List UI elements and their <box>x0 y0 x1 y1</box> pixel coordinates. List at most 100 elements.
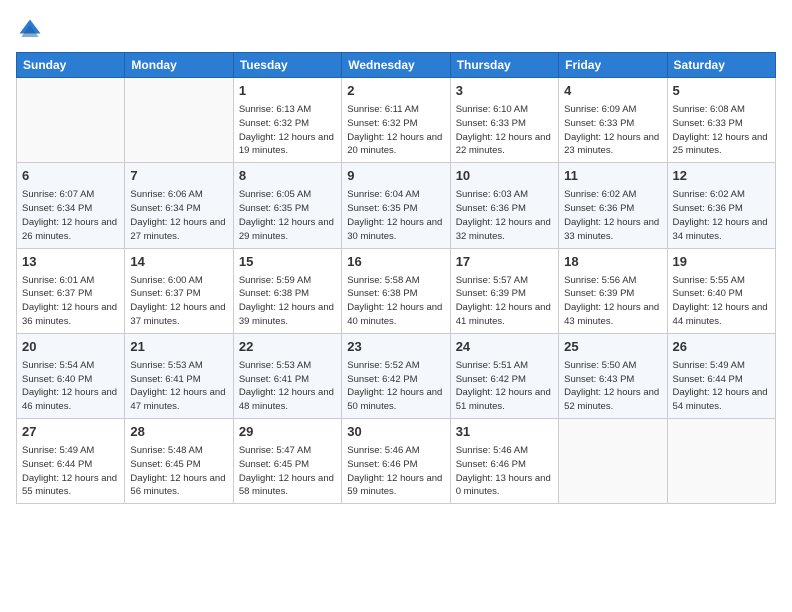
day-number: 27 <box>22 423 119 441</box>
day-number: 15 <box>239 253 336 271</box>
calendar-cell: 13 Sunrise: 6:01 AM Sunset: 6:37 PM Dayli… <box>17 248 125 333</box>
day-number: 31 <box>456 423 553 441</box>
calendar-cell: 22 Sunrise: 5:53 AM Sunset: 6:41 PM Dayli… <box>233 333 341 418</box>
day-number: 13 <box>22 253 119 271</box>
calendar-cell: 9Sunrise: 6:04 AM Sunset: 6:35 PM Daylig… <box>342 163 450 248</box>
day-number: 14 <box>130 253 227 271</box>
day-detail: Sunrise: 6:08 AM Sunset: 6:33 PM Dayligh… <box>673 103 770 158</box>
day-detail: Sunrise: 6:01 AM Sunset: 6:37 PM Dayligh… <box>22 274 119 329</box>
day-detail: Sunrise: 5:57 AM Sunset: 6:39 PM Dayligh… <box>456 274 553 329</box>
calendar-cell: 5Sunrise: 6:08 AM Sunset: 6:33 PM Daylig… <box>667 78 775 163</box>
calendar-cell: 4 Sunrise: 6:09 AM Sunset: 6:33 PM Daylig… <box>559 78 667 163</box>
day-detail: Sunrise: 6:02 AM Sunset: 6:36 PM Dayligh… <box>564 188 661 243</box>
column-header-thursday: Thursday <box>450 53 558 78</box>
day-detail: Sunrise: 5:54 AM Sunset: 6:40 PM Dayligh… <box>22 359 119 414</box>
page-header <box>16 16 776 44</box>
day-number: 28 <box>130 423 227 441</box>
day-detail: Sunrise: 6:10 AM Sunset: 6:33 PM Dayligh… <box>456 103 553 158</box>
day-number: 2 <box>347 82 444 100</box>
calendar-cell: 29 Sunrise: 5:47 AM Sunset: 6:45 PM Dayli… <box>233 419 341 504</box>
calendar-cell: 18 Sunrise: 5:56 AM Sunset: 6:39 PM Dayli… <box>559 248 667 333</box>
calendar-cell: 7 Sunrise: 6:06 AM Sunset: 6:34 PM Daylig… <box>125 163 233 248</box>
calendar-cell: 1 Sunrise: 6:13 AM Sunset: 6:32 PM Daylig… <box>233 78 341 163</box>
day-number: 8 <box>239 167 336 185</box>
calendar-cell <box>559 419 667 504</box>
logo-icon <box>16 16 44 44</box>
calendar-cell: 27 Sunrise: 5:49 AM Sunset: 6:44 PM Dayli… <box>17 419 125 504</box>
day-detail: Sunrise: 6:04 AM Sunset: 6:35 PM Dayligh… <box>347 188 444 243</box>
day-detail: Sunrise: 5:47 AM Sunset: 6:45 PM Dayligh… <box>239 444 336 499</box>
day-number: 3 <box>456 82 553 100</box>
calendar-week-1: 1 Sunrise: 6:13 AM Sunset: 6:32 PM Daylig… <box>17 78 776 163</box>
day-detail: Sunrise: 6:03 AM Sunset: 6:36 PM Dayligh… <box>456 188 553 243</box>
day-number: 20 <box>22 338 119 356</box>
column-header-friday: Friday <box>559 53 667 78</box>
calendar-cell: 23Sunrise: 5:52 AM Sunset: 6:42 PM Dayli… <box>342 333 450 418</box>
day-detail: Sunrise: 5:59 AM Sunset: 6:38 PM Dayligh… <box>239 274 336 329</box>
calendar-cell: 25Sunrise: 5:50 AM Sunset: 6:43 PM Dayli… <box>559 333 667 418</box>
day-number: 7 <box>130 167 227 185</box>
day-number: 30 <box>347 423 444 441</box>
day-detail: Sunrise: 5:49 AM Sunset: 6:44 PM Dayligh… <box>673 359 770 414</box>
day-number: 4 <box>564 82 661 100</box>
calendar-cell: 24 Sunrise: 5:51 AM Sunset: 6:42 PM Dayli… <box>450 333 558 418</box>
day-number: 29 <box>239 423 336 441</box>
day-detail: Sunrise: 6:05 AM Sunset: 6:35 PM Dayligh… <box>239 188 336 243</box>
calendar-cell: 2Sunrise: 6:11 AM Sunset: 6:32 PM Daylig… <box>342 78 450 163</box>
calendar-cell: 30 Sunrise: 5:46 AM Sunset: 6:46 PM Dayli… <box>342 419 450 504</box>
calendar-week-5: 27 Sunrise: 5:49 AM Sunset: 6:44 PM Dayli… <box>17 419 776 504</box>
calendar-cell: 20 Sunrise: 5:54 AM Sunset: 6:40 PM Dayli… <box>17 333 125 418</box>
column-header-wednesday: Wednesday <box>342 53 450 78</box>
day-detail: Sunrise: 5:55 AM Sunset: 6:40 PM Dayligh… <box>673 274 770 329</box>
day-detail: Sunrise: 5:51 AM Sunset: 6:42 PM Dayligh… <box>456 359 553 414</box>
day-detail: Sunrise: 6:13 AM Sunset: 6:32 PM Dayligh… <box>239 103 336 158</box>
calendar-week-4: 20 Sunrise: 5:54 AM Sunset: 6:40 PM Dayli… <box>17 333 776 418</box>
day-detail: Sunrise: 5:53 AM Sunset: 6:41 PM Dayligh… <box>239 359 336 414</box>
day-number: 10 <box>456 167 553 185</box>
calendar-cell: 12 Sunrise: 6:02 AM Sunset: 6:36 PM Dayli… <box>667 163 775 248</box>
day-number: 12 <box>673 167 770 185</box>
day-detail: Sunrise: 6:07 AM Sunset: 6:34 PM Dayligh… <box>22 188 119 243</box>
calendar-cell <box>17 78 125 163</box>
day-detail: Sunrise: 5:49 AM Sunset: 6:44 PM Dayligh… <box>22 444 119 499</box>
day-detail: Sunrise: 6:06 AM Sunset: 6:34 PM Dayligh… <box>130 188 227 243</box>
day-detail: Sunrise: 5:53 AM Sunset: 6:41 PM Dayligh… <box>130 359 227 414</box>
calendar-cell: 15 Sunrise: 5:59 AM Sunset: 6:38 PM Dayli… <box>233 248 341 333</box>
day-detail: Sunrise: 5:52 AM Sunset: 6:42 PM Dayligh… <box>347 359 444 414</box>
calendar-cell <box>667 419 775 504</box>
calendar-week-3: 13 Sunrise: 6:01 AM Sunset: 6:37 PM Dayli… <box>17 248 776 333</box>
day-detail: Sunrise: 5:46 AM Sunset: 6:46 PM Dayligh… <box>456 444 553 499</box>
day-number: 1 <box>239 82 336 100</box>
day-number: 25 <box>564 338 661 356</box>
calendar-cell: 10 Sunrise: 6:03 AM Sunset: 6:36 PM Dayli… <box>450 163 558 248</box>
calendar-cell: 6 Sunrise: 6:07 AM Sunset: 6:34 PM Daylig… <box>17 163 125 248</box>
day-number: 6 <box>22 167 119 185</box>
day-number: 18 <box>564 253 661 271</box>
calendar-header: SundayMondayTuesdayWednesdayThursdayFrid… <box>17 53 776 78</box>
day-number: 17 <box>456 253 553 271</box>
calendar-cell: 16 Sunrise: 5:58 AM Sunset: 6:38 PM Dayli… <box>342 248 450 333</box>
day-number: 16 <box>347 253 444 271</box>
column-header-saturday: Saturday <box>667 53 775 78</box>
calendar-cell: 21Sunrise: 5:53 AM Sunset: 6:41 PM Dayli… <box>125 333 233 418</box>
day-detail: Sunrise: 5:46 AM Sunset: 6:46 PM Dayligh… <box>347 444 444 499</box>
calendar-cell <box>125 78 233 163</box>
day-detail: Sunrise: 5:58 AM Sunset: 6:38 PM Dayligh… <box>347 274 444 329</box>
day-number: 22 <box>239 338 336 356</box>
day-detail: Sunrise: 6:09 AM Sunset: 6:33 PM Dayligh… <box>564 103 661 158</box>
day-detail: Sunrise: 5:56 AM Sunset: 6:39 PM Dayligh… <box>564 274 661 329</box>
column-header-tuesday: Tuesday <box>233 53 341 78</box>
day-detail: Sunrise: 5:48 AM Sunset: 6:45 PM Dayligh… <box>130 444 227 499</box>
calendar-table: SundayMondayTuesdayWednesdayThursdayFrid… <box>16 52 776 504</box>
calendar-cell: 3 Sunrise: 6:10 AM Sunset: 6:33 PM Daylig… <box>450 78 558 163</box>
logo <box>16 16 48 44</box>
day-number: 26 <box>673 338 770 356</box>
calendar-cell: 17 Sunrise: 5:57 AM Sunset: 6:39 PM Dayli… <box>450 248 558 333</box>
column-header-monday: Monday <box>125 53 233 78</box>
calendar-cell: 26 Sunrise: 5:49 AM Sunset: 6:44 PM Dayli… <box>667 333 775 418</box>
day-number: 24 <box>456 338 553 356</box>
day-number: 19 <box>673 253 770 271</box>
calendar-cell: 19 Sunrise: 5:55 AM Sunset: 6:40 PM Dayli… <box>667 248 775 333</box>
calendar-cell: 8 Sunrise: 6:05 AM Sunset: 6:35 PM Daylig… <box>233 163 341 248</box>
day-detail: Sunrise: 6:02 AM Sunset: 6:36 PM Dayligh… <box>673 188 770 243</box>
